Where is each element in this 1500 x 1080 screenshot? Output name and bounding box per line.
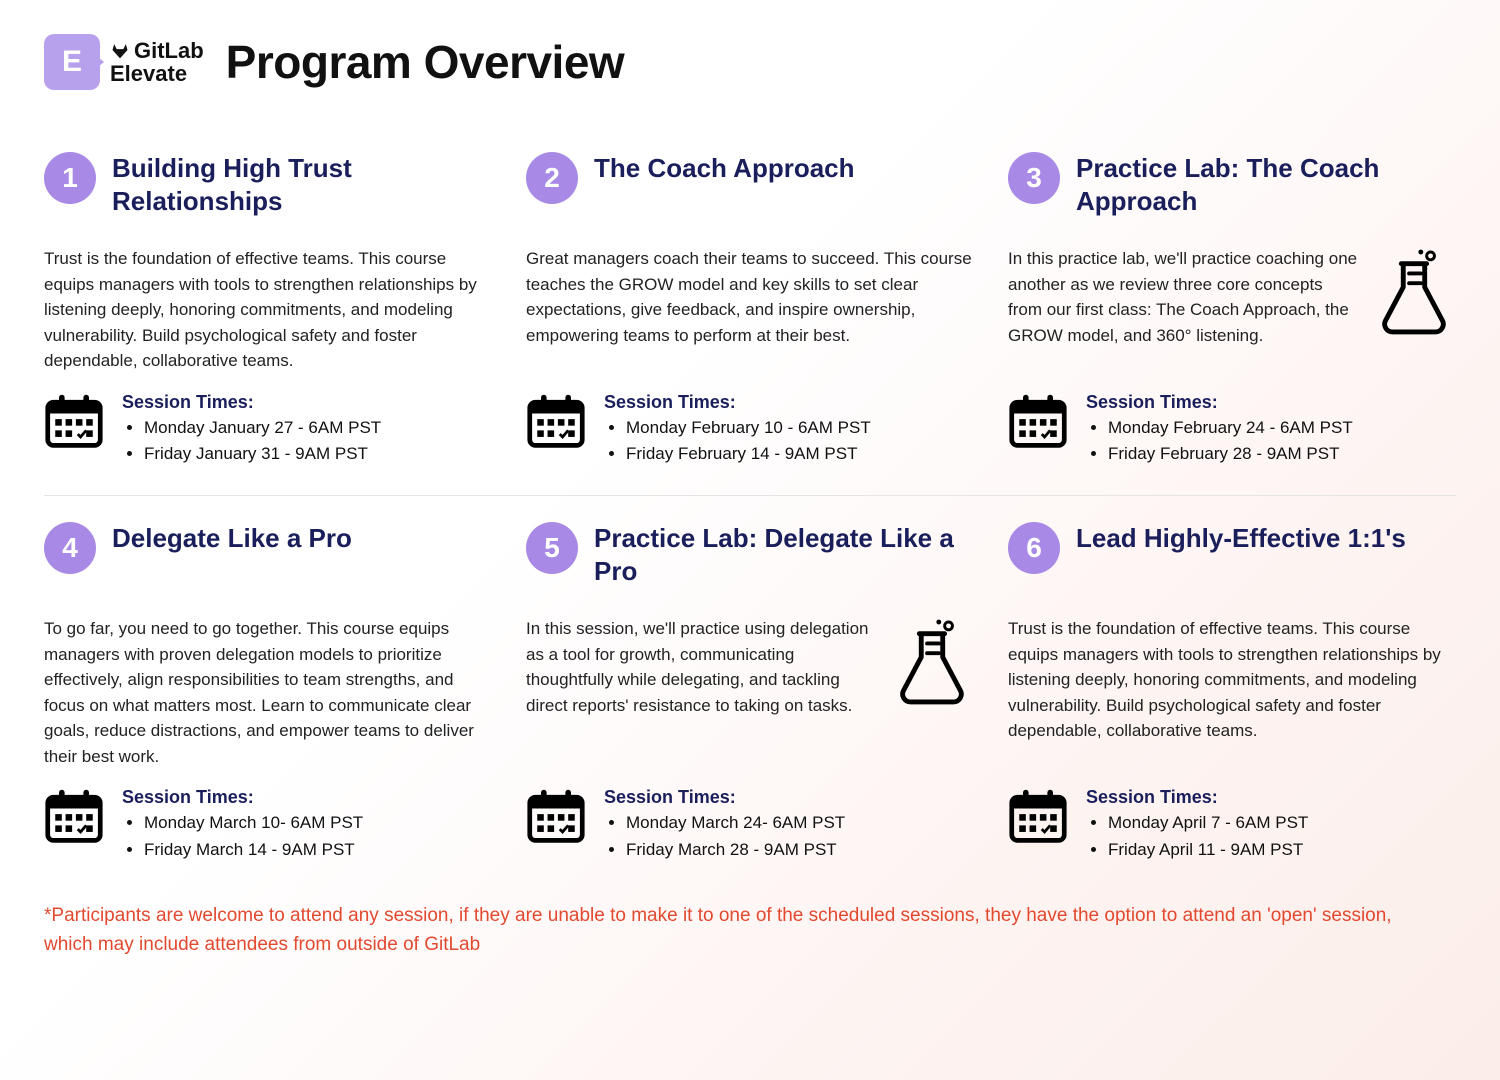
- session-info: Session Times: Monday March 10- 6AM PSTF…: [122, 787, 492, 863]
- module-header: 4 Delegate Like a Pro: [44, 522, 492, 602]
- calendar-icon: [1008, 787, 1068, 850]
- module-card: 6 Lead Highly-Effective 1:1's Trust is t…: [1008, 496, 1456, 891]
- session-info: Session Times: Monday February 24 - 6AM …: [1086, 392, 1456, 468]
- session-time-item: Monday March 24- 6AM PST: [626, 810, 974, 836]
- module-body: Great managers coach their teams to succ…: [526, 246, 974, 348]
- module-body: Trust is the foundation of effective tea…: [1008, 616, 1456, 744]
- session-times-label: Session Times:: [122, 392, 492, 413]
- session-time-item: Friday April 11 - 9AM PST: [1108, 837, 1456, 863]
- session-block: Session Times: Monday March 24- 6AM PSTF…: [526, 787, 974, 863]
- session-times-label: Session Times:: [122, 787, 492, 808]
- session-times-list: Monday February 24 - 6AM PSTFriday Febru…: [1086, 415, 1456, 468]
- calendar-icon: [526, 787, 586, 850]
- module-number-badge: 6: [1008, 522, 1060, 574]
- session-time-item: Friday February 14 - 9AM PST: [626, 441, 974, 467]
- module-header: 1 Building High Trust Relationships: [44, 152, 492, 232]
- module-description: Trust is the foundation of effective tea…: [44, 246, 492, 374]
- session-info: Session Times: Monday March 24- 6AM PSTF…: [604, 787, 974, 863]
- session-times-list: Monday April 7 - 6AM PSTFriday April 11 …: [1086, 810, 1456, 863]
- session-time-item: Monday February 10 - 6AM PST: [626, 415, 974, 441]
- session-times-list: Monday January 27 - 6AM PSTFriday Januar…: [122, 415, 492, 468]
- module-title: Lead Highly-Effective 1:1's: [1076, 522, 1406, 555]
- session-block: Session Times: Monday April 7 - 6AM PSTF…: [1008, 787, 1456, 863]
- module-card: 5 Practice Lab: Delegate Like a Pro In t…: [526, 496, 974, 891]
- brand-top-label: GitLab: [134, 39, 204, 62]
- session-info: Session Times: Monday April 7 - 6AM PSTF…: [1086, 787, 1456, 863]
- module-description: Great managers coach their teams to succ…: [526, 246, 974, 348]
- session-time-item: Monday January 27 - 6AM PST: [144, 415, 492, 441]
- module-title: Practice Lab: Delegate Like a Pro: [594, 522, 974, 587]
- session-time-item: Monday April 7 - 6AM PST: [1108, 810, 1456, 836]
- calendar-icon: [1008, 392, 1068, 455]
- module-number-badge: 3: [1008, 152, 1060, 204]
- brand-elevate: Elevate: [110, 62, 204, 85]
- module-title: Building High Trust Relationships: [112, 152, 492, 217]
- module-description: To go far, you need to go together. This…: [44, 616, 492, 769]
- logo-block: E GitLab Elevate: [44, 34, 204, 90]
- session-time-item: Friday January 31 - 9AM PST: [144, 441, 492, 467]
- session-times-label: Session Times:: [604, 787, 974, 808]
- calendar-icon: [526, 392, 586, 455]
- footnote-text: *Participants are welcome to attend any …: [44, 901, 1424, 960]
- module-card: 2 The Coach Approach Great managers coac…: [526, 126, 974, 495]
- module-number-badge: 5: [526, 522, 578, 574]
- session-block: Session Times: Monday February 24 - 6AM …: [1008, 392, 1456, 468]
- module-body: In this session, we'll practice using de…: [526, 616, 974, 718]
- flask-icon: [888, 616, 974, 706]
- module-header: 3 Practice Lab: The Coach Approach: [1008, 152, 1456, 232]
- session-block: Session Times: Monday March 10- 6AM PSTF…: [44, 787, 492, 863]
- module-header: 6 Lead Highly-Effective 1:1's: [1008, 522, 1456, 602]
- elevate-badge-icon: E: [44, 34, 100, 90]
- session-time-item: Friday February 28 - 9AM PST: [1108, 441, 1456, 467]
- gitlab-icon: [110, 40, 130, 60]
- module-body: To go far, you need to go together. This…: [44, 616, 492, 769]
- module-body: Trust is the foundation of effective tea…: [44, 246, 492, 374]
- session-times-list: Monday March 10- 6AM PSTFriday March 14 …: [122, 810, 492, 863]
- session-block: Session Times: Monday February 10 - 6AM …: [526, 392, 974, 468]
- session-time-item: Friday March 14 - 9AM PST: [144, 837, 492, 863]
- module-card: 1 Building High Trust Relationships Trus…: [44, 126, 492, 495]
- module-number-badge: 4: [44, 522, 96, 574]
- module-card: 3 Practice Lab: The Coach Approach In th…: [1008, 126, 1456, 495]
- flask-icon: [1370, 246, 1456, 336]
- session-info: Session Times: Monday January 27 - 6AM P…: [122, 392, 492, 468]
- module-title: The Coach Approach: [594, 152, 855, 185]
- session-times-list: Monday February 10 - 6AM PSTFriday Febru…: [604, 415, 974, 468]
- module-number-badge: 2: [526, 152, 578, 204]
- calendar-icon: [44, 392, 104, 455]
- session-times-label: Session Times:: [1086, 787, 1456, 808]
- module-description: In this practice lab, we'll practice coa…: [1008, 246, 1358, 348]
- session-time-item: Friday March 28 - 9AM PST: [626, 837, 974, 863]
- module-description: Trust is the foundation of effective tea…: [1008, 616, 1456, 744]
- session-times-label: Session Times:: [604, 392, 974, 413]
- brand-gitlab: GitLab: [110, 39, 204, 62]
- module-description: In this session, we'll practice using de…: [526, 616, 876, 718]
- session-time-item: Monday February 24 - 6AM PST: [1108, 415, 1456, 441]
- session-time-item: Monday March 10- 6AM PST: [144, 810, 492, 836]
- module-title: Delegate Like a Pro: [112, 522, 352, 555]
- logo-text: GitLab Elevate: [110, 39, 204, 85]
- session-block: Session Times: Monday January 27 - 6AM P…: [44, 392, 492, 468]
- module-header: 2 The Coach Approach: [526, 152, 974, 232]
- module-body: In this practice lab, we'll practice coa…: [1008, 246, 1456, 348]
- session-times-list: Monday March 24- 6AM PSTFriday March 28 …: [604, 810, 974, 863]
- modules-grid: 1 Building High Trust Relationships Trus…: [44, 126, 1456, 891]
- module-card: 4 Delegate Like a Pro To go far, you nee…: [44, 496, 492, 891]
- module-title: Practice Lab: The Coach Approach: [1076, 152, 1456, 217]
- module-number-badge: 1: [44, 152, 96, 204]
- page-header: E GitLab Elevate Program Overview: [44, 34, 1456, 90]
- page-title: Program Overview: [226, 35, 625, 89]
- module-header: 5 Practice Lab: Delegate Like a Pro: [526, 522, 974, 602]
- session-info: Session Times: Monday February 10 - 6AM …: [604, 392, 974, 468]
- calendar-icon: [44, 787, 104, 850]
- session-times-label: Session Times:: [1086, 392, 1456, 413]
